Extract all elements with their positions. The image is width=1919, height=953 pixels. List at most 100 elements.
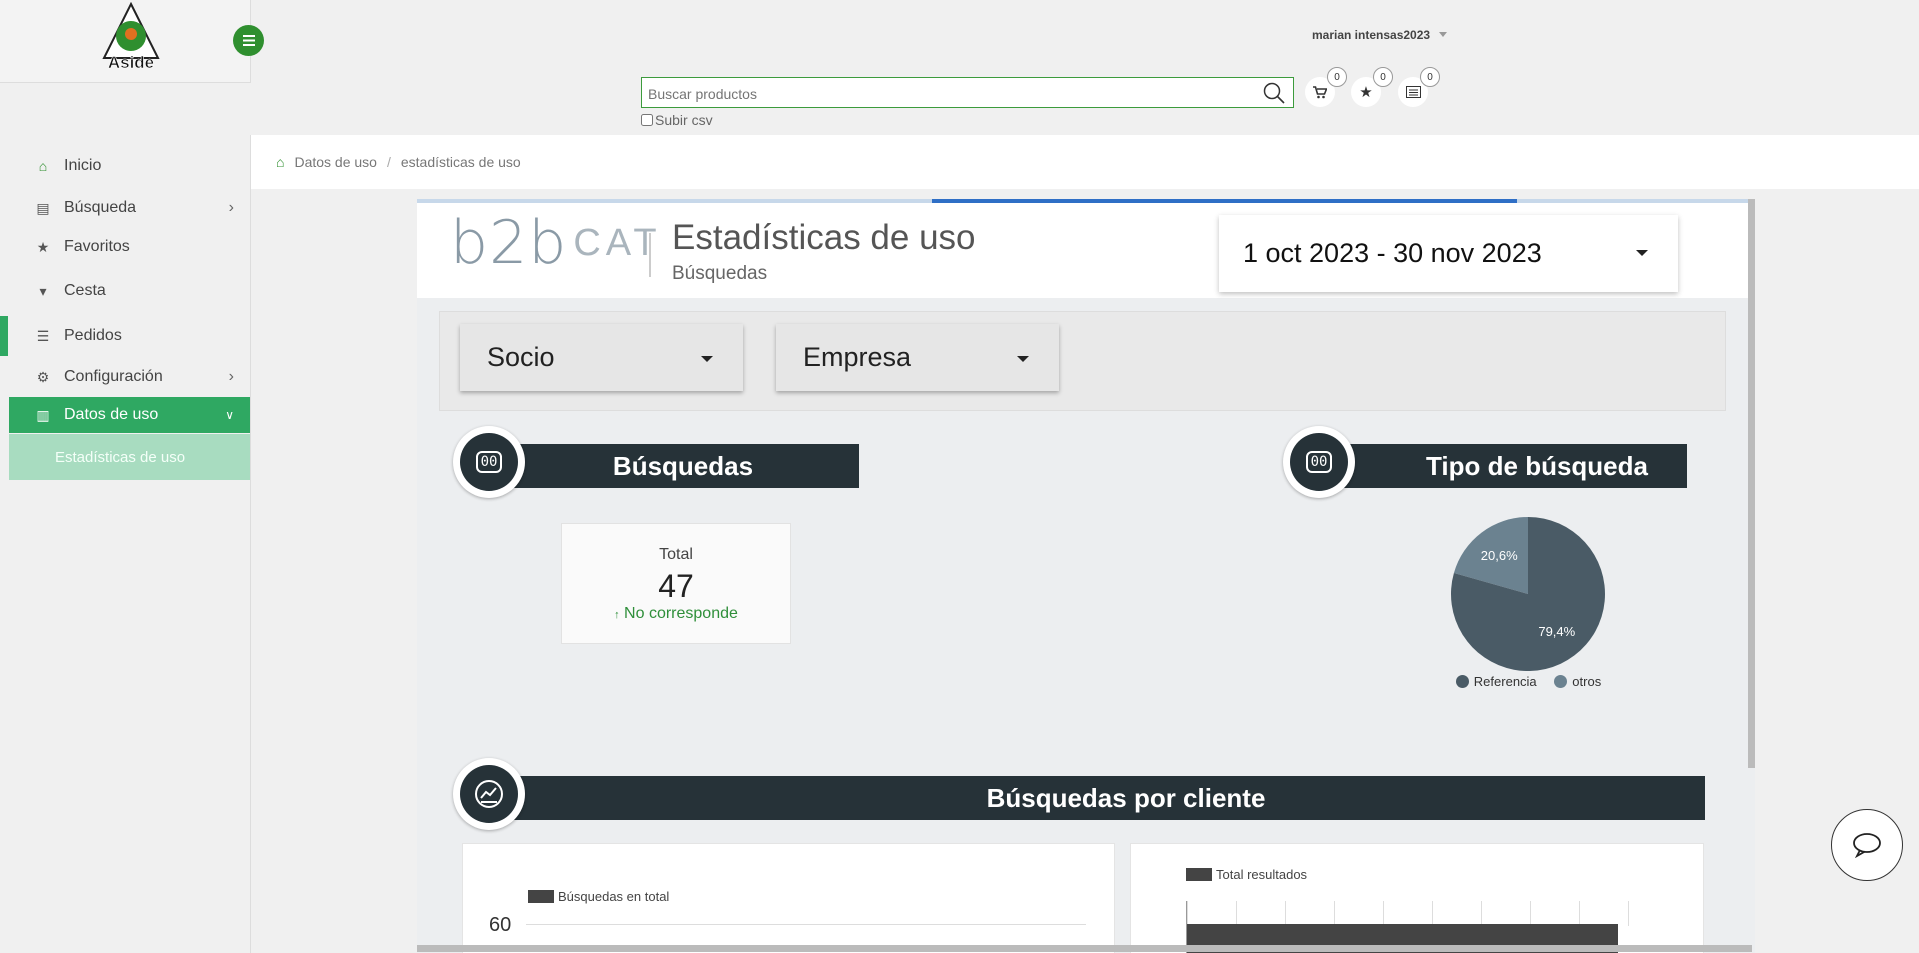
brand-b2b: b2b [450,208,568,278]
section-badge: 00 [453,426,525,498]
breadcrumb: ⌂ Datos de uso / estadísticas de uso [251,135,1919,189]
empresa-dropdown[interactable]: Empresa [776,324,1059,391]
hamburger-icon [242,35,255,46]
section-title: Búsquedas [612,450,754,481]
section-badge [453,758,525,830]
sidebar-item-configuracion[interactable]: ⚙ Configuración › [9,359,250,395]
trend-text: No corresponde [624,605,738,622]
list-icon: ☰ [36,327,50,344]
page-subtitle: Búsquedas [672,263,768,284]
sidebar-item-inicio[interactable]: ⌂ Inicio [9,148,250,184]
horizontal-scrollbar[interactable] [417,945,1752,952]
legend-item[interactable]: Referencia [1455,674,1537,689]
gridline [1628,901,1629,926]
logo-text: Aside [108,53,154,72]
favorites-count-badge: 0 [1373,67,1393,87]
arrow-up-icon: ↑ [614,609,620,621]
chart-legend[interactable]: Total resultados [1186,867,1307,882]
orders-button[interactable]: 0 [1398,67,1440,107]
counter-icon: 00 [475,451,503,473]
caret-down-icon [701,356,713,362]
caret-down-icon [1439,32,1448,37]
sidebar-item-busqueda[interactable]: ▤ Búsqueda › [9,190,250,226]
legend-swatch [1186,868,1212,881]
cart-icon: ▾ [39,282,47,299]
user-name: marian intensas2023 [1312,28,1431,42]
section-title: Tipo de búsqueda [1426,450,1648,481]
star-icon: ★ [36,238,50,255]
y-axis-tick: 60 [489,914,512,936]
chart-card-resultados: Total resultados [1130,843,1704,953]
gridline [1236,901,1237,926]
breadcrumb-parent[interactable]: Datos de uso [294,154,377,170]
legend-dot [1455,675,1469,688]
section-header-por-cliente: Búsquedas por cliente [507,776,1705,820]
filter-bar: Socio Empresa [439,311,1726,411]
book-icon: ▤ [36,199,50,216]
star-icon: ★ [1359,83,1373,101]
sidebar-item-label: Inicio [64,157,102,174]
chevron-right-icon: › [228,368,234,385]
caret-down-icon [1636,250,1648,256]
sidebar-item-label: Favoritos [64,238,130,255]
caret-down-icon [1017,356,1029,362]
sidebar-item-datos-de-uso[interactable]: ▥ Datos de uso ∨ [9,397,250,433]
gears-icon: ⚙ [36,368,50,385]
pie-legend: Referencia otros [1421,674,1636,689]
gridline [1334,901,1335,926]
divider [649,233,651,277]
total-card: Total 47 ↑ No corresponde [561,523,791,644]
gridline [1530,901,1531,926]
csv-upload: Subir csv [641,112,713,128]
sidebar-item-label: Búsqueda [64,199,137,216]
chart-card-busquedas: Búsquedas en total 60 [462,843,1115,953]
pie-svg: 20,6% 79,4% [1451,517,1605,671]
sidebar-item-favoritos[interactable]: ★ Favoritos [9,229,250,265]
total-label: Total [659,546,693,563]
pie-slice-label: 20,6% [1481,548,1518,563]
counter-icon: 00 [1305,451,1333,473]
search-icon[interactable] [1263,82,1285,104]
gridline [1285,901,1286,926]
sidebar-item-label: Pedidos [64,327,122,344]
breadcrumb-current: estadísticas de uso [400,154,521,170]
chat-button[interactable] [1831,809,1903,881]
csv-label: Subir csv [655,112,713,128]
page-title: Estadísticas de uso [672,218,976,257]
csv-checkbox[interactable] [641,114,653,126]
date-range-picker[interactable]: 1 oct 2023 - 30 nov 2023 [1219,215,1678,292]
home-icon[interactable]: ⌂ [276,154,284,170]
user-menu[interactable]: marian intensas2023 [1312,28,1448,42]
favorites-button[interactable]: ★ 0 [1351,67,1393,107]
sidebar-item-label: Cesta [64,282,106,299]
search-input[interactable] [646,81,1250,106]
line-chart-icon [475,780,503,808]
cart-button[interactable]: 0 [1305,67,1347,107]
list-icon [1405,86,1421,98]
breadcrumb-separator: / [386,154,391,170]
menu-toggle-button[interactable] [233,25,264,56]
orders-count-badge: 0 [1420,67,1440,87]
date-range-value: 1 oct 2023 - 30 nov 2023 [1243,238,1542,268]
legend-swatch [528,890,554,903]
section-header-tipo: Tipo de búsqueda [1335,444,1687,488]
cart-count-badge: 0 [1327,67,1347,87]
pie-slice-label: 79,4% [1538,624,1575,639]
legend-item[interactable]: otros [1554,674,1601,689]
dashboard-frame: b2b CAT Estadísticas de uso Búsquedas 1 … [417,199,1755,953]
bar-chart-icon: ▥ [36,406,50,423]
socio-dropdown[interactable]: Socio [460,324,743,391]
vertical-scrollbar[interactable] [1748,199,1755,768]
sidebar-subitem-estadisticas[interactable]: Estadísticas de uso [9,434,250,480]
aside-logo[interactable]: Aside [98,2,164,72]
dashboard-header: b2b CAT Estadísticas de uso Búsquedas 1 … [417,203,1748,298]
sidebar-item-label: Datos de uso [64,406,159,423]
section-title: Búsquedas por cliente [986,782,1266,813]
pie-chart: 20,6% 79,4% Referencia otros [1421,511,1636,696]
gridline [1383,901,1384,926]
empresa-dropdown-label: Empresa [803,342,912,372]
sidebar-item-cesta[interactable]: ▾ Cesta [9,273,250,309]
chart-legend[interactable]: Búsquedas en total [528,889,669,904]
total-value: 47 [658,568,694,604]
sidebar-item-pedidos[interactable]: ☰ Pedidos [9,318,250,354]
